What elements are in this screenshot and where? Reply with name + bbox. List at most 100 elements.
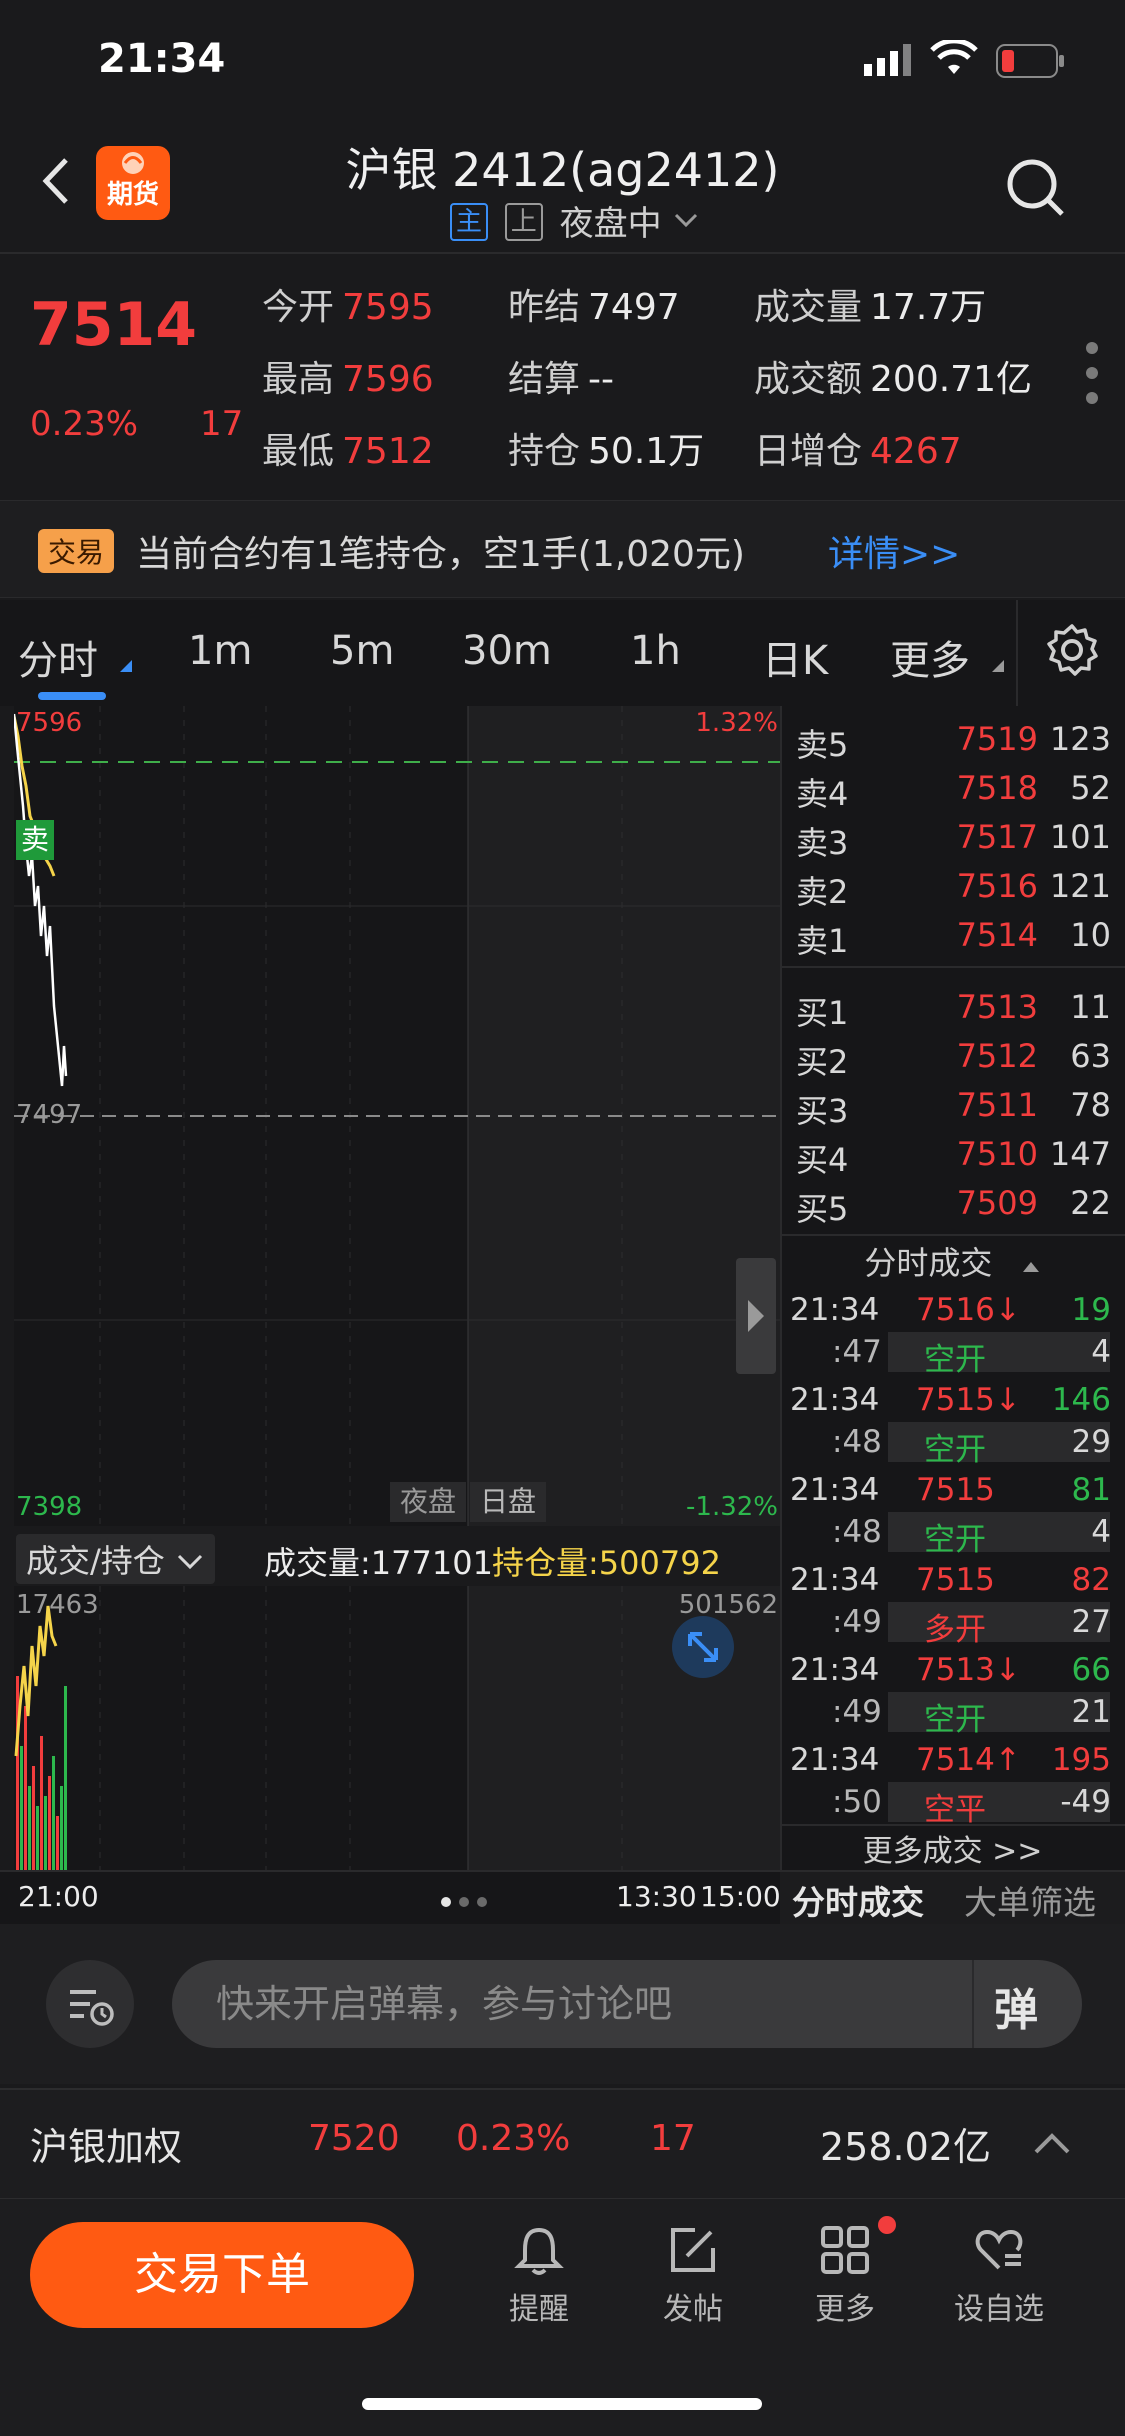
tab-daily-k[interactable]: 日K xyxy=(762,628,828,686)
bid-row[interactable]: 买4 7510 147 xyxy=(780,1131,1125,1180)
danmu-list-button[interactable] xyxy=(46,1960,134,2048)
ask-row[interactable]: 卖2 7516 121 xyxy=(780,863,1125,912)
footer-remind-label: 提醒 xyxy=(509,2292,569,2327)
chart-settings-button[interactable] xyxy=(1044,622,1100,682)
trade-row-detail: :48 空开 29 xyxy=(832,1422,1111,1468)
trades-divider xyxy=(780,1234,1125,1236)
footer-more[interactable]: 更多 xyxy=(790,2222,900,2328)
trade-badge: 交易 xyxy=(38,529,115,573)
weighted-index-strip[interactable]: 沪银加权 7520 0.23% 17 258.02亿 xyxy=(0,2088,1125,2198)
quote-field-high: 最高 7596 xyxy=(262,359,434,400)
trade-row-detail: :47 空开 4 xyxy=(832,1332,1111,1378)
more-trades-link[interactable]: 更多成交 >> xyxy=(780,1826,1125,1870)
trade-row-detail: :48 空开 4 xyxy=(832,1512,1111,1558)
weighted-change: 17 xyxy=(650,2118,696,2159)
footer-post[interactable]: 发帖 xyxy=(638,2222,748,2328)
open-interest-readout: 持仓量:500792 xyxy=(492,1544,721,1582)
volume-bar xyxy=(48,1776,51,1870)
notice-detail-link[interactable]: 详情>> xyxy=(828,525,960,577)
session-label-day: 日盘 xyxy=(470,1482,546,1522)
session-selector[interactable]: 主 上 夜盘中 xyxy=(450,196,700,244)
bid-row[interactable]: 买2 7512 63 xyxy=(780,1033,1125,1082)
vol-indicator-selector[interactable]: 成交/持仓 xyxy=(16,1534,215,1584)
quote-field-volume: 成交量 17.7万 xyxy=(754,287,987,328)
vertical-dots-icon xyxy=(1086,342,1098,404)
tab-1m[interactable]: 1m xyxy=(188,628,252,674)
tab-intraday[interactable]: 分时 xyxy=(18,628,98,686)
position-notice[interactable]: 交易 当前合约有1笔持仓，空1手(1,020元) 详情>> xyxy=(0,500,1125,598)
volume-bar xyxy=(56,1816,59,1870)
wifi-icon xyxy=(930,38,978,80)
trades-header[interactable]: 分时成交 xyxy=(780,1238,1125,1286)
orderbook-collapse-handle[interactable] xyxy=(736,1258,776,1374)
session-status: 夜盘中 xyxy=(559,204,662,244)
quote-field-low: 最低 7512 xyxy=(262,431,434,472)
danmu-input[interactable]: 快来开启弹幕，参与讨论吧 xyxy=(172,1960,1082,2048)
tab-triangle-icon xyxy=(120,660,132,672)
tab-5m[interactable]: 5m xyxy=(330,628,394,674)
expand-chart-button[interactable] xyxy=(672,1616,734,1678)
footer-more-label: 更多 xyxy=(815,2292,875,2327)
bid-row[interactable]: 买3 7511 78 xyxy=(780,1082,1125,1131)
danmu-toggle-button[interactable]: 弹 xyxy=(994,1974,1038,2038)
volume-bar xyxy=(32,1766,35,1870)
axis-vol-max: 17463 xyxy=(16,1590,99,1620)
volume-bar xyxy=(28,1786,31,1870)
volume-bar xyxy=(44,1796,47,1870)
axis-time-start: 21:00 xyxy=(18,1880,99,1913)
chevron-up-icon[interactable] xyxy=(1032,2130,1072,2156)
orderbook-divider xyxy=(780,966,1125,968)
tab-big-order-filter[interactable]: 大单筛选 xyxy=(964,1876,1096,1924)
more-options-button[interactable] xyxy=(1084,340,1100,410)
status-time: 21:34 xyxy=(98,36,226,82)
quote-field-oi-change: 日增仓 4267 xyxy=(754,431,962,472)
volume-bar xyxy=(40,1736,43,1870)
ask-row[interactable]: 卖3 7517 101 xyxy=(780,814,1125,863)
comment-bar: 快来开启弹幕，参与讨论吧 弹 xyxy=(0,1924,1125,2084)
ask-row[interactable]: 卖5 7519 123 xyxy=(780,716,1125,765)
trade-order-button[interactable]: 交易下单 xyxy=(30,2222,414,2328)
tab-divider xyxy=(1016,600,1018,706)
footer-add-watchlist[interactable]: 设自选 xyxy=(944,2222,1054,2328)
quote-field-prev-settle: 昨结 7497 xyxy=(508,287,680,328)
ask-row[interactable]: 卖4 7518 52 xyxy=(780,765,1125,814)
volume-chart[interactable]: 17463 501562 xyxy=(14,1586,780,1870)
axis-price-low: 7398 xyxy=(16,1492,83,1522)
bid-row[interactable]: 买1 7513 11 xyxy=(780,984,1125,1033)
axis-time-end: 15:00 xyxy=(700,1880,781,1913)
signal-icon xyxy=(864,44,914,80)
weighted-amount: 258.02亿 xyxy=(820,2125,991,2169)
heart-list-icon xyxy=(975,2229,1023,2270)
tab-active-indicator xyxy=(38,692,106,700)
tab-more[interactable]: 更多 xyxy=(890,628,970,686)
volume-bar xyxy=(64,1686,67,1870)
footer-remind[interactable]: 提醒 xyxy=(484,2222,594,2328)
page-title: 沪银 2412(ag2412) xyxy=(345,143,780,197)
notice-text: 当前合约有1笔持仓，空1手(1,020元) xyxy=(136,534,745,575)
axis-price-ref: 7497 xyxy=(16,1100,83,1130)
volume-bar xyxy=(52,1756,55,1870)
search-icon xyxy=(1007,159,1064,216)
last-price: 7514 xyxy=(30,290,197,360)
search-button[interactable] xyxy=(1004,156,1066,222)
trade-row-detail: :49 多开 27 xyxy=(832,1602,1111,1648)
ask-row[interactable]: 卖1 7514 10 xyxy=(780,912,1125,961)
volume-bar xyxy=(24,1706,27,1870)
axis-price-high: 7596 xyxy=(16,708,83,738)
trade-row-detail: :50 空平 -49 xyxy=(832,1782,1111,1828)
triangle-up-icon xyxy=(1022,1262,1039,1272)
intraday-chart[interactable]: 7596 1.32% 7497 7398 -1.32% 卖 夜盘 日盘 xyxy=(14,706,780,1526)
volume-bar xyxy=(60,1786,63,1870)
sell-marker[interactable]: 卖 xyxy=(16,820,54,860)
tab-1h[interactable]: 1h xyxy=(630,628,681,674)
tab-30m[interactable]: 30m xyxy=(462,628,552,674)
change-percent: 0.23% xyxy=(30,404,139,444)
quote-field-open-interest: 持仓 50.1万 xyxy=(508,431,705,472)
bid-row[interactable]: 买5 7509 22 xyxy=(780,1180,1125,1229)
axis-pct-low: -1.32% xyxy=(686,1492,778,1522)
tab-tick-trades[interactable]: 分时成交 xyxy=(792,1876,924,1924)
battery-icon xyxy=(996,44,1066,82)
volume-bar xyxy=(16,1676,19,1870)
weighted-price: 7520 xyxy=(308,2118,400,2159)
weighted-pct: 0.23% xyxy=(456,2118,571,2159)
